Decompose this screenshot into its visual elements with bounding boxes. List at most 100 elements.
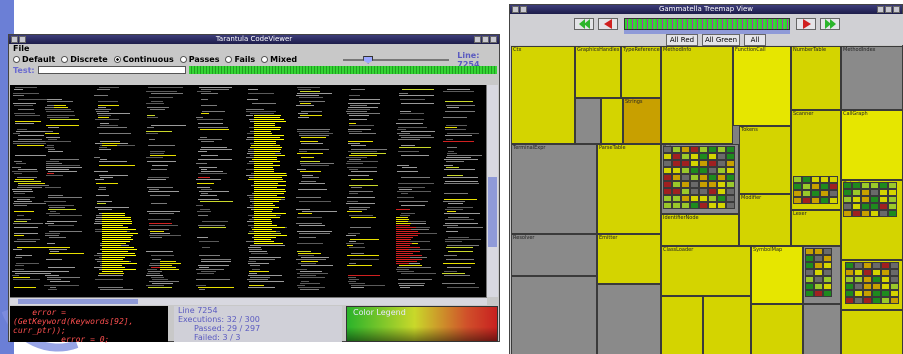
treemap-subcell[interactable] bbox=[802, 197, 811, 204]
treemap-cell[interactable]: SymbolMap bbox=[751, 246, 803, 304]
treemap-subcell[interactable] bbox=[726, 153, 735, 160]
treemap-subcell[interactable] bbox=[843, 210, 852, 217]
treemap-subcell[interactable] bbox=[870, 189, 879, 196]
mode-fails[interactable]: Fails bbox=[225, 55, 255, 64]
treemap-subcell[interactable] bbox=[672, 202, 681, 209]
treemap-subcell[interactable] bbox=[717, 188, 726, 195]
treemap-subcell[interactable] bbox=[690, 181, 699, 188]
scroll-thumb[interactable] bbox=[18, 299, 138, 304]
treemap-subcell[interactable] bbox=[872, 283, 881, 290]
treemap-titlebar[interactable]: Gammatella Treemap View bbox=[510, 5, 902, 14]
treemap-subcell[interactable] bbox=[708, 160, 717, 167]
treemap-subcell[interactable] bbox=[681, 195, 690, 202]
treemap-subcell[interactable] bbox=[863, 283, 872, 290]
treemap-subcell[interactable] bbox=[890, 276, 899, 283]
treemap-subcell[interactable] bbox=[690, 167, 699, 174]
treemap-subcell[interactable] bbox=[717, 195, 726, 202]
treemap-subcell[interactable] bbox=[852, 189, 861, 196]
treemap-cell[interactable] bbox=[511, 276, 597, 354]
maximize-icon[interactable] bbox=[482, 36, 489, 43]
treemap-subcell[interactable] bbox=[663, 181, 672, 188]
treemap-subcell[interactable] bbox=[845, 297, 854, 304]
treemap-subcell[interactable] bbox=[672, 174, 681, 181]
test-input[interactable] bbox=[37, 66, 186, 74]
code-overview[interactable] bbox=[10, 85, 487, 297]
treemap-subcell[interactable] bbox=[681, 188, 690, 195]
treemap-subcell[interactable] bbox=[823, 262, 832, 269]
treemap-subcell[interactable] bbox=[699, 146, 708, 153]
treemap-subcell[interactable] bbox=[663, 202, 672, 209]
treemap-subcell[interactable] bbox=[699, 195, 708, 202]
treemap-subcell[interactable] bbox=[890, 262, 899, 269]
last-green-button[interactable] bbox=[820, 18, 840, 30]
treemap-cell[interactable] bbox=[661, 296, 703, 354]
treemap-subcell[interactable] bbox=[690, 195, 699, 202]
treemap-subcell[interactable] bbox=[690, 160, 699, 167]
treemap-subcell[interactable] bbox=[663, 160, 672, 167]
treemap-subcell[interactable] bbox=[872, 297, 881, 304]
treemap-subcell[interactable] bbox=[872, 276, 881, 283]
mode-discrete[interactable]: Discrete bbox=[61, 55, 108, 64]
treemap-subcell[interactable] bbox=[829, 176, 838, 183]
treemap-subcell[interactable] bbox=[823, 269, 832, 276]
treemap-subcell[interactable] bbox=[708, 188, 717, 195]
treemap-subcell[interactable] bbox=[708, 181, 717, 188]
treemap-subcell[interactable] bbox=[861, 182, 870, 189]
treemap-subcell[interactable] bbox=[717, 181, 726, 188]
treemap-subcell[interactable] bbox=[690, 202, 699, 209]
treemap-subcell[interactable] bbox=[881, 262, 890, 269]
treemap-subcell[interactable] bbox=[805, 255, 814, 262]
treemap-subcell[interactable] bbox=[879, 210, 888, 217]
treemap-subcell[interactable] bbox=[811, 176, 820, 183]
treemap-subcell[interactable] bbox=[708, 153, 717, 160]
treemap-subcell[interactable] bbox=[861, 203, 870, 210]
minimize-icon[interactable] bbox=[474, 36, 481, 43]
treemap-subcell[interactable] bbox=[870, 203, 879, 210]
treemap-subcell[interactable] bbox=[854, 297, 863, 304]
mode-default[interactable]: Default bbox=[13, 55, 55, 64]
treemap-subcell[interactable] bbox=[793, 183, 802, 190]
treemap-subcell[interactable] bbox=[852, 196, 861, 203]
minimize-icon[interactable] bbox=[877, 6, 884, 13]
treemap-subcell[interactable] bbox=[699, 160, 708, 167]
treemap-subcell[interactable] bbox=[890, 283, 899, 290]
treemap-subcell[interactable] bbox=[881, 290, 890, 297]
treemap-cell[interactable]: MethodIndex bbox=[841, 46, 903, 110]
treemap-subcell[interactable] bbox=[681, 146, 690, 153]
treemap-subcell[interactable] bbox=[663, 188, 672, 195]
treemap-subcell[interactable] bbox=[708, 167, 717, 174]
treemap-subcell[interactable] bbox=[663, 167, 672, 174]
treemap-subcell[interactable] bbox=[793, 197, 802, 204]
treemap-subcell[interactable] bbox=[672, 181, 681, 188]
treemap-subcell[interactable] bbox=[845, 290, 854, 297]
treemap-subcell[interactable] bbox=[708, 195, 717, 202]
treemap-subcell[interactable] bbox=[726, 202, 735, 209]
treemap-subcell[interactable] bbox=[879, 182, 888, 189]
treemap-subcell[interactable] bbox=[861, 189, 870, 196]
treemap-cell[interactable]: Lexer bbox=[791, 210, 841, 246]
treemap-cell[interactable] bbox=[703, 296, 751, 354]
treemap-subcell[interactable] bbox=[852, 203, 861, 210]
treemap-subcell[interactable] bbox=[879, 189, 888, 196]
treemap-subcell[interactable] bbox=[672, 188, 681, 195]
treemap-subcell[interactable] bbox=[854, 262, 863, 269]
test-strip[interactable] bbox=[624, 18, 790, 30]
treemap-subcell[interactable] bbox=[811, 190, 820, 197]
treemap-subcell[interactable] bbox=[863, 297, 872, 304]
menu-file[interactable]: File bbox=[9, 44, 499, 54]
treemap-cell[interactable]: ParseTable bbox=[597, 144, 661, 234]
treemap-subcell[interactable] bbox=[823, 255, 832, 262]
treemap-subcell[interactable] bbox=[829, 183, 838, 190]
treemap-cell[interactable]: Resolver bbox=[511, 234, 597, 276]
treemap-subcell[interactable] bbox=[823, 283, 832, 290]
treemap-subcell[interactable] bbox=[814, 276, 823, 283]
treemap-subcell[interactable] bbox=[870, 182, 879, 189]
treemap-cell[interactable] bbox=[575, 98, 601, 144]
mode-passes[interactable]: Passes bbox=[179, 55, 219, 64]
treemap-subcell[interactable] bbox=[823, 290, 832, 297]
scroll-thumb[interactable] bbox=[488, 177, 497, 247]
treemap-subcell[interactable] bbox=[802, 183, 811, 190]
treemap-subcell[interactable] bbox=[672, 160, 681, 167]
treemap-subcell[interactable] bbox=[854, 283, 863, 290]
treemap-subcell[interactable] bbox=[845, 269, 854, 276]
